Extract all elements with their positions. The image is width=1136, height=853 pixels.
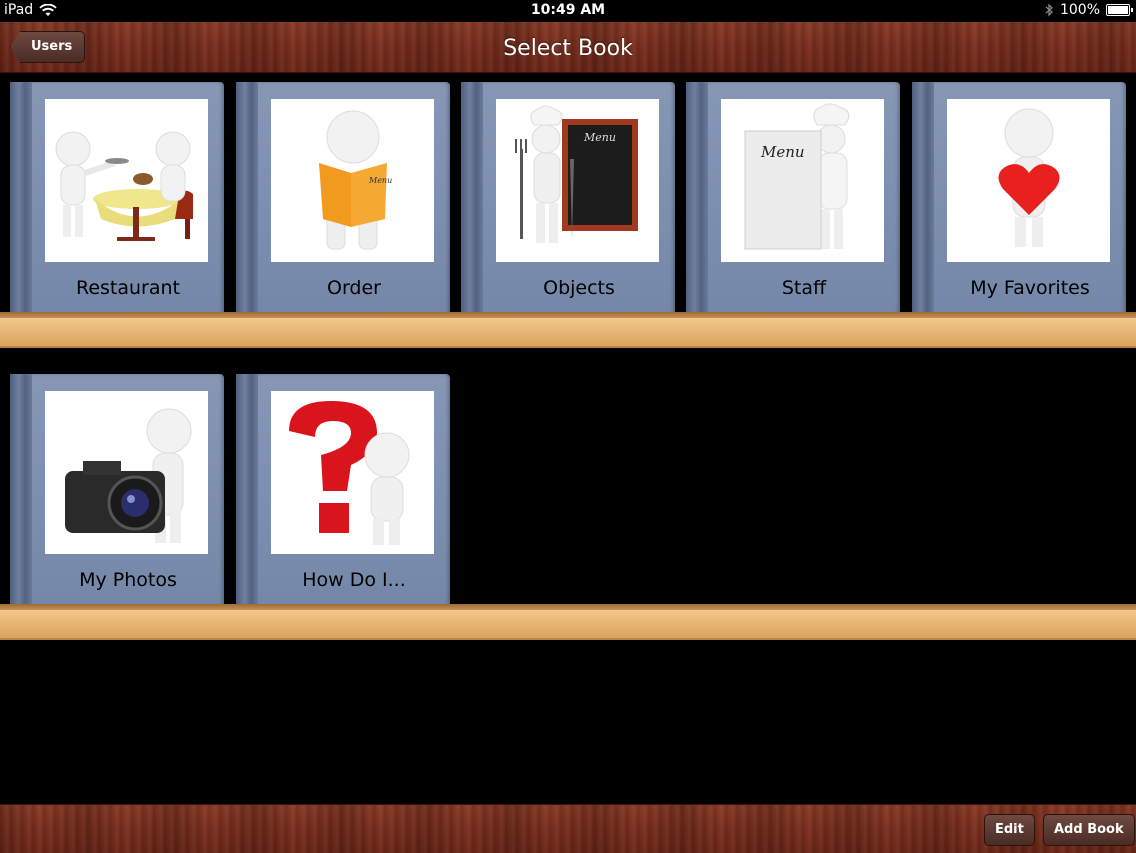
- nav-bar: Users Select Book: [0, 22, 1136, 73]
- shelf-1: [0, 312, 1136, 348]
- book-spine: [461, 82, 483, 317]
- book-objects[interactable]: Menu Objects: [461, 82, 675, 317]
- book-title: Objects: [543, 277, 615, 299]
- book-spine: [912, 82, 934, 317]
- book-title: My Photos: [79, 569, 177, 591]
- add-book-button[interactable]: Add Book: [1043, 814, 1135, 846]
- book-spine: [10, 82, 32, 317]
- menu-reading-icon: Menu: [271, 99, 434, 262]
- book-spine: [10, 374, 32, 609]
- book-my-photos[interactable]: My Photos: [10, 374, 224, 609]
- book-title: Order: [327, 277, 381, 299]
- shelf-2: [0, 604, 1136, 640]
- status-bar: iPad 10:49 AM 100%: [0, 0, 1136, 22]
- book-title: Staff: [781, 277, 827, 299]
- order-menu-text: Menu: [368, 176, 392, 185]
- bottom-toolbar: Edit Add Book: [0, 804, 1136, 853]
- chef-menu-sign-icon: Menu: [721, 99, 884, 262]
- staff-menu-text: Menu: [760, 143, 805, 161]
- battery-percent: 100%: [1059, 2, 1100, 18]
- status-time: 10:49 AM: [530, 2, 606, 18]
- camera-icon: [45, 391, 208, 554]
- restaurant-waiter-icon: [45, 99, 208, 262]
- book-spine: [236, 374, 258, 609]
- battery-icon: [1106, 4, 1133, 16]
- page-title: Select Book: [503, 36, 633, 61]
- book-title: My Favorites: [970, 277, 1090, 299]
- edit-button[interactable]: Edit: [984, 814, 1035, 846]
- book-title: Restaurant: [75, 277, 181, 299]
- book-spine: [686, 82, 708, 317]
- book-spine: [236, 82, 258, 317]
- book-staff[interactable]: Menu Staff: [686, 82, 900, 317]
- objects-menu-text: Menu: [583, 131, 616, 144]
- book-how-do-i[interactable]: How Do I...: [236, 374, 450, 609]
- bluetooth-icon: [1045, 3, 1053, 17]
- book-restaurant[interactable]: Restaurant: [10, 82, 224, 317]
- question-mark-icon: [271, 391, 434, 554]
- chef-menu-board-icon: Menu: [496, 99, 659, 262]
- status-right: 100%: [1045, 2, 1133, 18]
- book-order[interactable]: Menu Order: [236, 82, 450, 317]
- book-title: How Do I...: [302, 569, 406, 591]
- book-my-favorites[interactable]: My Favorites: [912, 82, 1126, 317]
- heart-icon: [947, 99, 1110, 262]
